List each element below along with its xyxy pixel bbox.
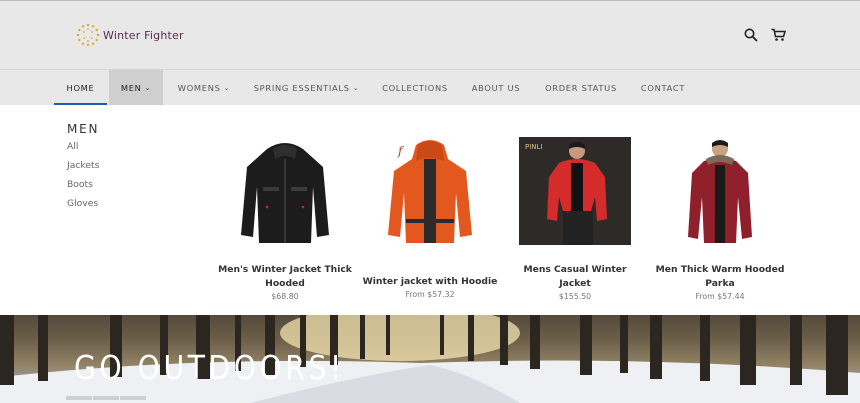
product-card[interactable]: Men's Winter Jacket Thick Hooded $68.80 (210, 137, 360, 303)
product-price: $155.50 (558, 292, 592, 301)
product-price: From $57.44 (695, 292, 745, 301)
nav-label: ABOUT US (471, 82, 521, 93)
nav-label: CONTACT (640, 82, 686, 93)
main-nav: HOME MEN ⌄ WOMENS ⌄ SPRING ESSENTIALS ⌄ COL… (0, 69, 860, 105)
nav-label: ORDER STATUS (545, 82, 617, 93)
slide-indicator[interactable] (66, 396, 92, 400)
chevron-down-icon: ⌄ (144, 83, 152, 92)
chevron-down-icon: ⌄ (352, 83, 360, 92)
product-name-cont[interactable]: Hooded (210, 277, 360, 291)
chevron-down-icon: ⌄ (223, 83, 231, 92)
product-image-maroon-parka[interactable] (680, 137, 760, 247)
product-card[interactable]: f Winter jacket with Hoodie From $57.32 (355, 137, 505, 301)
hero-banner[interactable]: GO OUTDOORS! (0, 315, 860, 403)
men-mega-menu: MEN All Jackets Boots Gloves Men's Winte… (0, 105, 860, 315)
image-brand-label: PINLI (525, 143, 543, 151)
nav-item-men[interactable]: MEN ⌄ (109, 70, 163, 105)
brand-name: Winter Fighter (103, 28, 184, 42)
sun-dots-logo-icon (76, 23, 100, 47)
nav-item-contact[interactable]: CONTACT (630, 70, 696, 105)
nav-item-collections[interactable]: COLLECTIONS (372, 70, 458, 105)
product-name[interactable]: Men Thick Warm Hooded (645, 263, 795, 277)
site-header: Winter Fighter (0, 0, 860, 69)
product-name-cont[interactable]: Parka (645, 277, 795, 291)
product-name[interactable]: Winter jacket with Hoodie (355, 275, 505, 289)
nav-item-about-us[interactable]: ABOUT US (460, 70, 532, 105)
menu-link-jackets[interactable]: Jackets (67, 160, 99, 171)
nav-label: WOMENS (177, 82, 221, 93)
nav-label: HOME (66, 82, 95, 93)
menu-link-all[interactable]: All (67, 141, 78, 152)
mega-menu-title: MEN (67, 122, 100, 136)
slide-indicator[interactable] (93, 396, 119, 400)
brand-badge: f (397, 144, 405, 158)
banner-title: GO OUTDOORS! (74, 348, 345, 387)
product-price: $68.80 (271, 292, 299, 301)
nav-item-order-status[interactable]: ORDER STATUS (534, 70, 628, 105)
nav-item-womens[interactable]: WOMENS ⌄ (165, 70, 243, 105)
product-image-black-jacket[interactable] (233, 137, 337, 245)
nav-item-home[interactable]: HOME (54, 70, 107, 105)
slider-pagination[interactable] (66, 396, 147, 400)
product-name[interactable]: Mens Casual Winter (500, 263, 650, 277)
product-price: From $57.32 (405, 290, 455, 299)
menu-link-boots[interactable]: Boots (67, 179, 93, 190)
product-name-cont[interactable]: Jacket (500, 277, 650, 291)
menu-link-gloves[interactable]: Gloves (67, 198, 98, 209)
product-name[interactable]: Men's Winter Jacket Thick (210, 263, 360, 277)
product-card[interactable]: PINLI Mens Casual Winter Jacket $155.50 (500, 137, 650, 303)
product-image-red-jacket[interactable]: PINLI (519, 137, 631, 245)
slide-indicator[interactable] (120, 396, 146, 400)
product-image-orange-jacket[interactable]: f (378, 137, 482, 247)
search-icon[interactable] (744, 27, 760, 43)
nav-label: COLLECTIONS (382, 82, 448, 93)
nav-label: MEN (120, 82, 142, 93)
brand-logo[interactable]: Winter Fighter (76, 23, 184, 47)
product-card[interactable]: Men Thick Warm Hooded Parka From $57.44 (645, 137, 795, 303)
nav-label: SPRING ESSENTIALS (253, 82, 350, 93)
cart-icon[interactable] (771, 27, 787, 43)
nav-item-spring-essentials[interactable]: SPRING ESSENTIALS ⌄ (243, 70, 370, 105)
